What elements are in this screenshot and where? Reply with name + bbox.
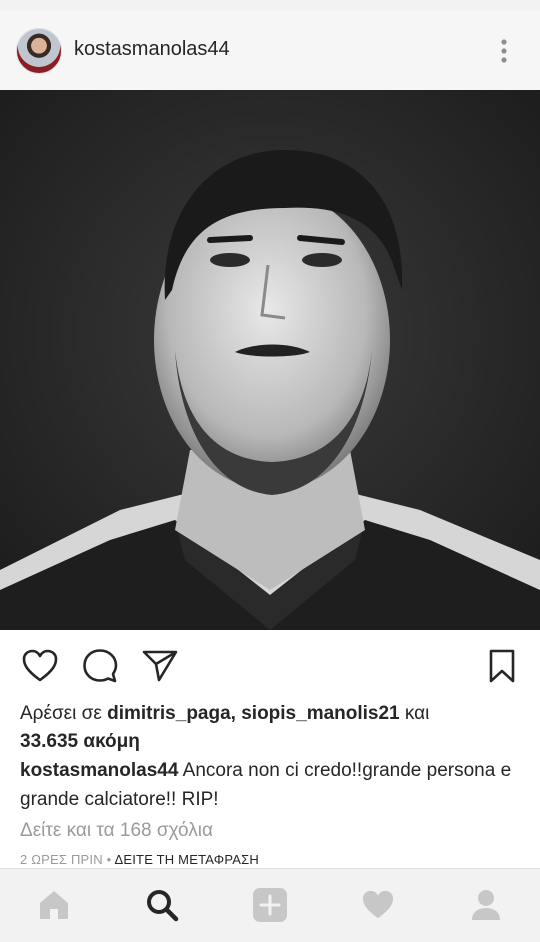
caption-username[interactable]: kostasmanolas44 bbox=[20, 760, 178, 781]
post-header: kostasmanolas44 bbox=[0, 10, 540, 90]
post-meta: 2 ΩΡΕΣ ΠΡΙΝ • ΔΕΙΤΕ ΤΗ ΜΕΤΑΦΡΑΣΗ bbox=[20, 852, 259, 867]
post-actions bbox=[0, 630, 540, 698]
bottom-nav bbox=[0, 868, 540, 942]
view-comments-link[interactable]: Δείτε και τα 168 σχόλια bbox=[20, 820, 213, 842]
post-photo[interactable] bbox=[0, 90, 540, 630]
post-caption: kostasmanolas44 Ancora non ci credo!!gra… bbox=[20, 756, 520, 814]
bookmark-icon[interactable] bbox=[482, 646, 522, 686]
add-icon[interactable] bbox=[250, 885, 290, 925]
heart-icon[interactable] bbox=[358, 885, 398, 925]
likes-text: Αρέσει σε dimitris_paga, siopis_manolis2… bbox=[20, 700, 520, 756]
likes-users[interactable]: dimitris_paga, siopis_manolis21 bbox=[107, 703, 400, 724]
likes-conj: και bbox=[399, 703, 430, 724]
meta-separator: • bbox=[102, 852, 115, 867]
likes-prefix: Αρέσει σε bbox=[20, 703, 108, 724]
comment-icon[interactable] bbox=[80, 646, 120, 686]
post-username[interactable]: kostasmanolas44 bbox=[74, 38, 230, 61]
status-bar bbox=[0, 0, 540, 10]
post-time: 2 ΩΡΕΣ ΠΡΙΝ bbox=[20, 852, 103, 867]
heart-outline-icon[interactable] bbox=[20, 646, 60, 686]
translate-link[interactable]: ΔΕΙΤΕ ΤΗ ΜΕΤΑΦΡΑΣΗ bbox=[114, 852, 258, 867]
more-vertical-icon[interactable] bbox=[494, 36, 514, 66]
search-icon[interactable] bbox=[142, 885, 182, 925]
avatar[interactable] bbox=[16, 28, 62, 74]
likes-count[interactable]: 33.635 ακόμη bbox=[20, 731, 140, 752]
profile-icon[interactable] bbox=[466, 885, 506, 925]
home-icon[interactable] bbox=[34, 885, 74, 925]
paper-plane-icon[interactable] bbox=[140, 646, 180, 686]
